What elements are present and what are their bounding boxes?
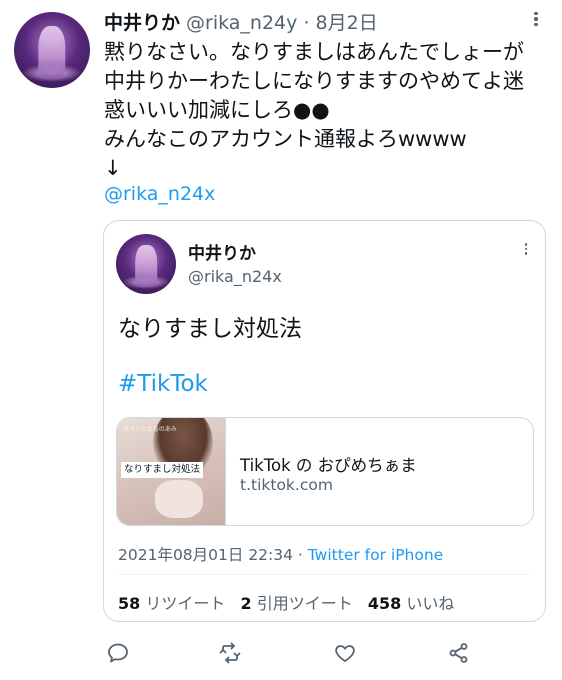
card-domain: t.tiktok.com (240, 476, 333, 494)
card-thumbnail: ボインとなるのあみ なりすまし対処法 (117, 418, 226, 525)
reply-icon[interactable] (106, 641, 130, 665)
tweet-date[interactable]: 8月2日 (316, 12, 378, 34)
meta-separator: · (293, 546, 308, 564)
quotes-label: 引用ツイート (256, 594, 353, 613)
link-card[interactable]: ボインとなるのあみ なりすまし対処法 TikTok の おぴめちぁま t.tik… (116, 417, 534, 526)
engagement-stats: 58 リツイート 2 引用ツイート 458 いいね (118, 590, 454, 614)
quoted-more-options-icon[interactable] (520, 243, 532, 261)
thumbnail-caption: なりすまし対処法 (121, 462, 204, 478)
card-title: TikTok の おぴめちぁま (240, 456, 417, 475)
quoted-avatar[interactable] (116, 234, 176, 294)
more-options-icon[interactable] (528, 12, 544, 34)
thumbnail-top-text: ボインとなるのあみ (123, 426, 177, 433)
hashtag-link[interactable]: #TikTok (118, 371, 208, 397)
quotes-stat[interactable]: 2 引用ツイート (240, 594, 352, 613)
tweet-metadata: 2021年08月01日 22:34 · Twitter for iPhone (118, 543, 443, 565)
likes-label: いいね (406, 594, 455, 613)
timestamp[interactable]: 2021年08月01日 22:34 (118, 546, 293, 564)
quoted-author-handle[interactable]: @rika_n24x (188, 267, 282, 286)
author-handle[interactable]: @rika_n24y (186, 12, 297, 34)
share-icon[interactable] (447, 641, 471, 665)
divider (118, 574, 531, 575)
quoted-tweet-text: なりすまし対処法 (118, 316, 302, 342)
author-name[interactable]: 中井りか (104, 12, 180, 34)
retweets-stat[interactable]: 58 リツイート (118, 594, 225, 613)
likes-count: 458 (367, 594, 402, 613)
quoted-author-name[interactable]: 中井りか (188, 239, 256, 264)
likes-stat[interactable]: 458 いいね (368, 594, 455, 613)
quoted-tweet[interactable]: 中井りか @rika_n24x なりすまし対処法 #TikTok ボインとなるの… (103, 220, 546, 622)
retweets-count: 58 (118, 594, 141, 613)
tweet-text: 黙りなさい。なりすましはあんたでしょーが 中井りかーわたしになりすますのやめてよ… (104, 40, 524, 180)
avatar[interactable] (14, 12, 90, 88)
header-separator: · (303, 12, 310, 34)
like-icon[interactable] (333, 641, 357, 665)
tweet-header: 中井りか @rika_n24y · 8月2日 (104, 10, 378, 36)
mention-link[interactable]: @rika_n24x (104, 183, 215, 205)
retweets-label: リツイート (145, 594, 226, 613)
retweet-icon[interactable] (218, 641, 242, 665)
quotes-count: 2 (240, 594, 252, 613)
source-link[interactable]: Twitter for iPhone (308, 546, 443, 564)
